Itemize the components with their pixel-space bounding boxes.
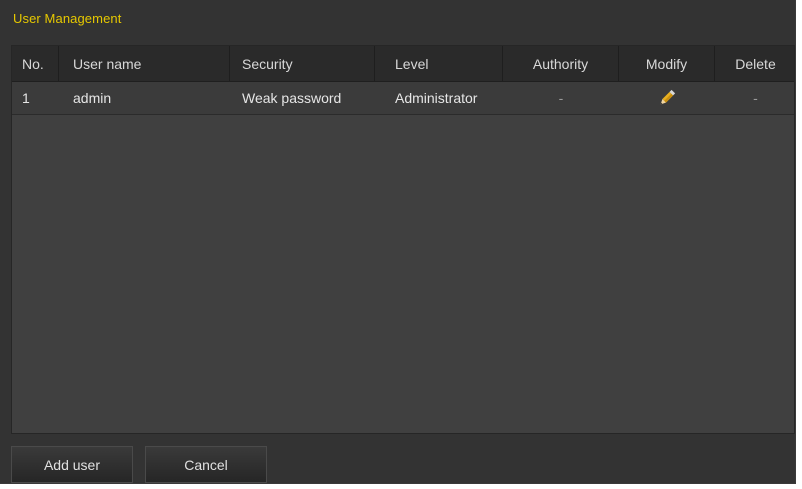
column-header-authority: Authority xyxy=(503,46,619,81)
add-user-button[interactable]: Add user xyxy=(11,446,133,483)
column-header-security: Security xyxy=(230,46,375,81)
user-management-window: User Management No. User name Security L… xyxy=(0,0,796,484)
cell-delete[interactable]: - xyxy=(715,82,796,114)
column-header-user-name: User name xyxy=(59,46,230,81)
user-table: No. User name Security Level Authority M… xyxy=(11,45,795,434)
column-header-delete: Delete xyxy=(735,55,776,72)
column-header-modify: Modify xyxy=(619,46,715,81)
window-title: User Management xyxy=(13,11,122,26)
cell-authority[interactable]: - xyxy=(503,82,619,114)
cell-user-name: admin xyxy=(73,90,112,106)
cell-security: Weak password xyxy=(242,90,342,106)
pencil-icon[interactable] xyxy=(656,87,678,109)
cell-modify xyxy=(619,82,715,114)
table-header: No. User name Security Level Authority M… xyxy=(12,46,794,82)
cell-level: Administrator xyxy=(395,90,478,106)
cancel-button[interactable]: Cancel xyxy=(145,446,267,483)
cell-no: 1 xyxy=(22,90,30,106)
column-header-no: No. xyxy=(12,46,59,81)
column-header-level: Level xyxy=(375,46,503,81)
table-row[interactable]: 1 admin Weak password Administrator - - xyxy=(12,82,794,115)
